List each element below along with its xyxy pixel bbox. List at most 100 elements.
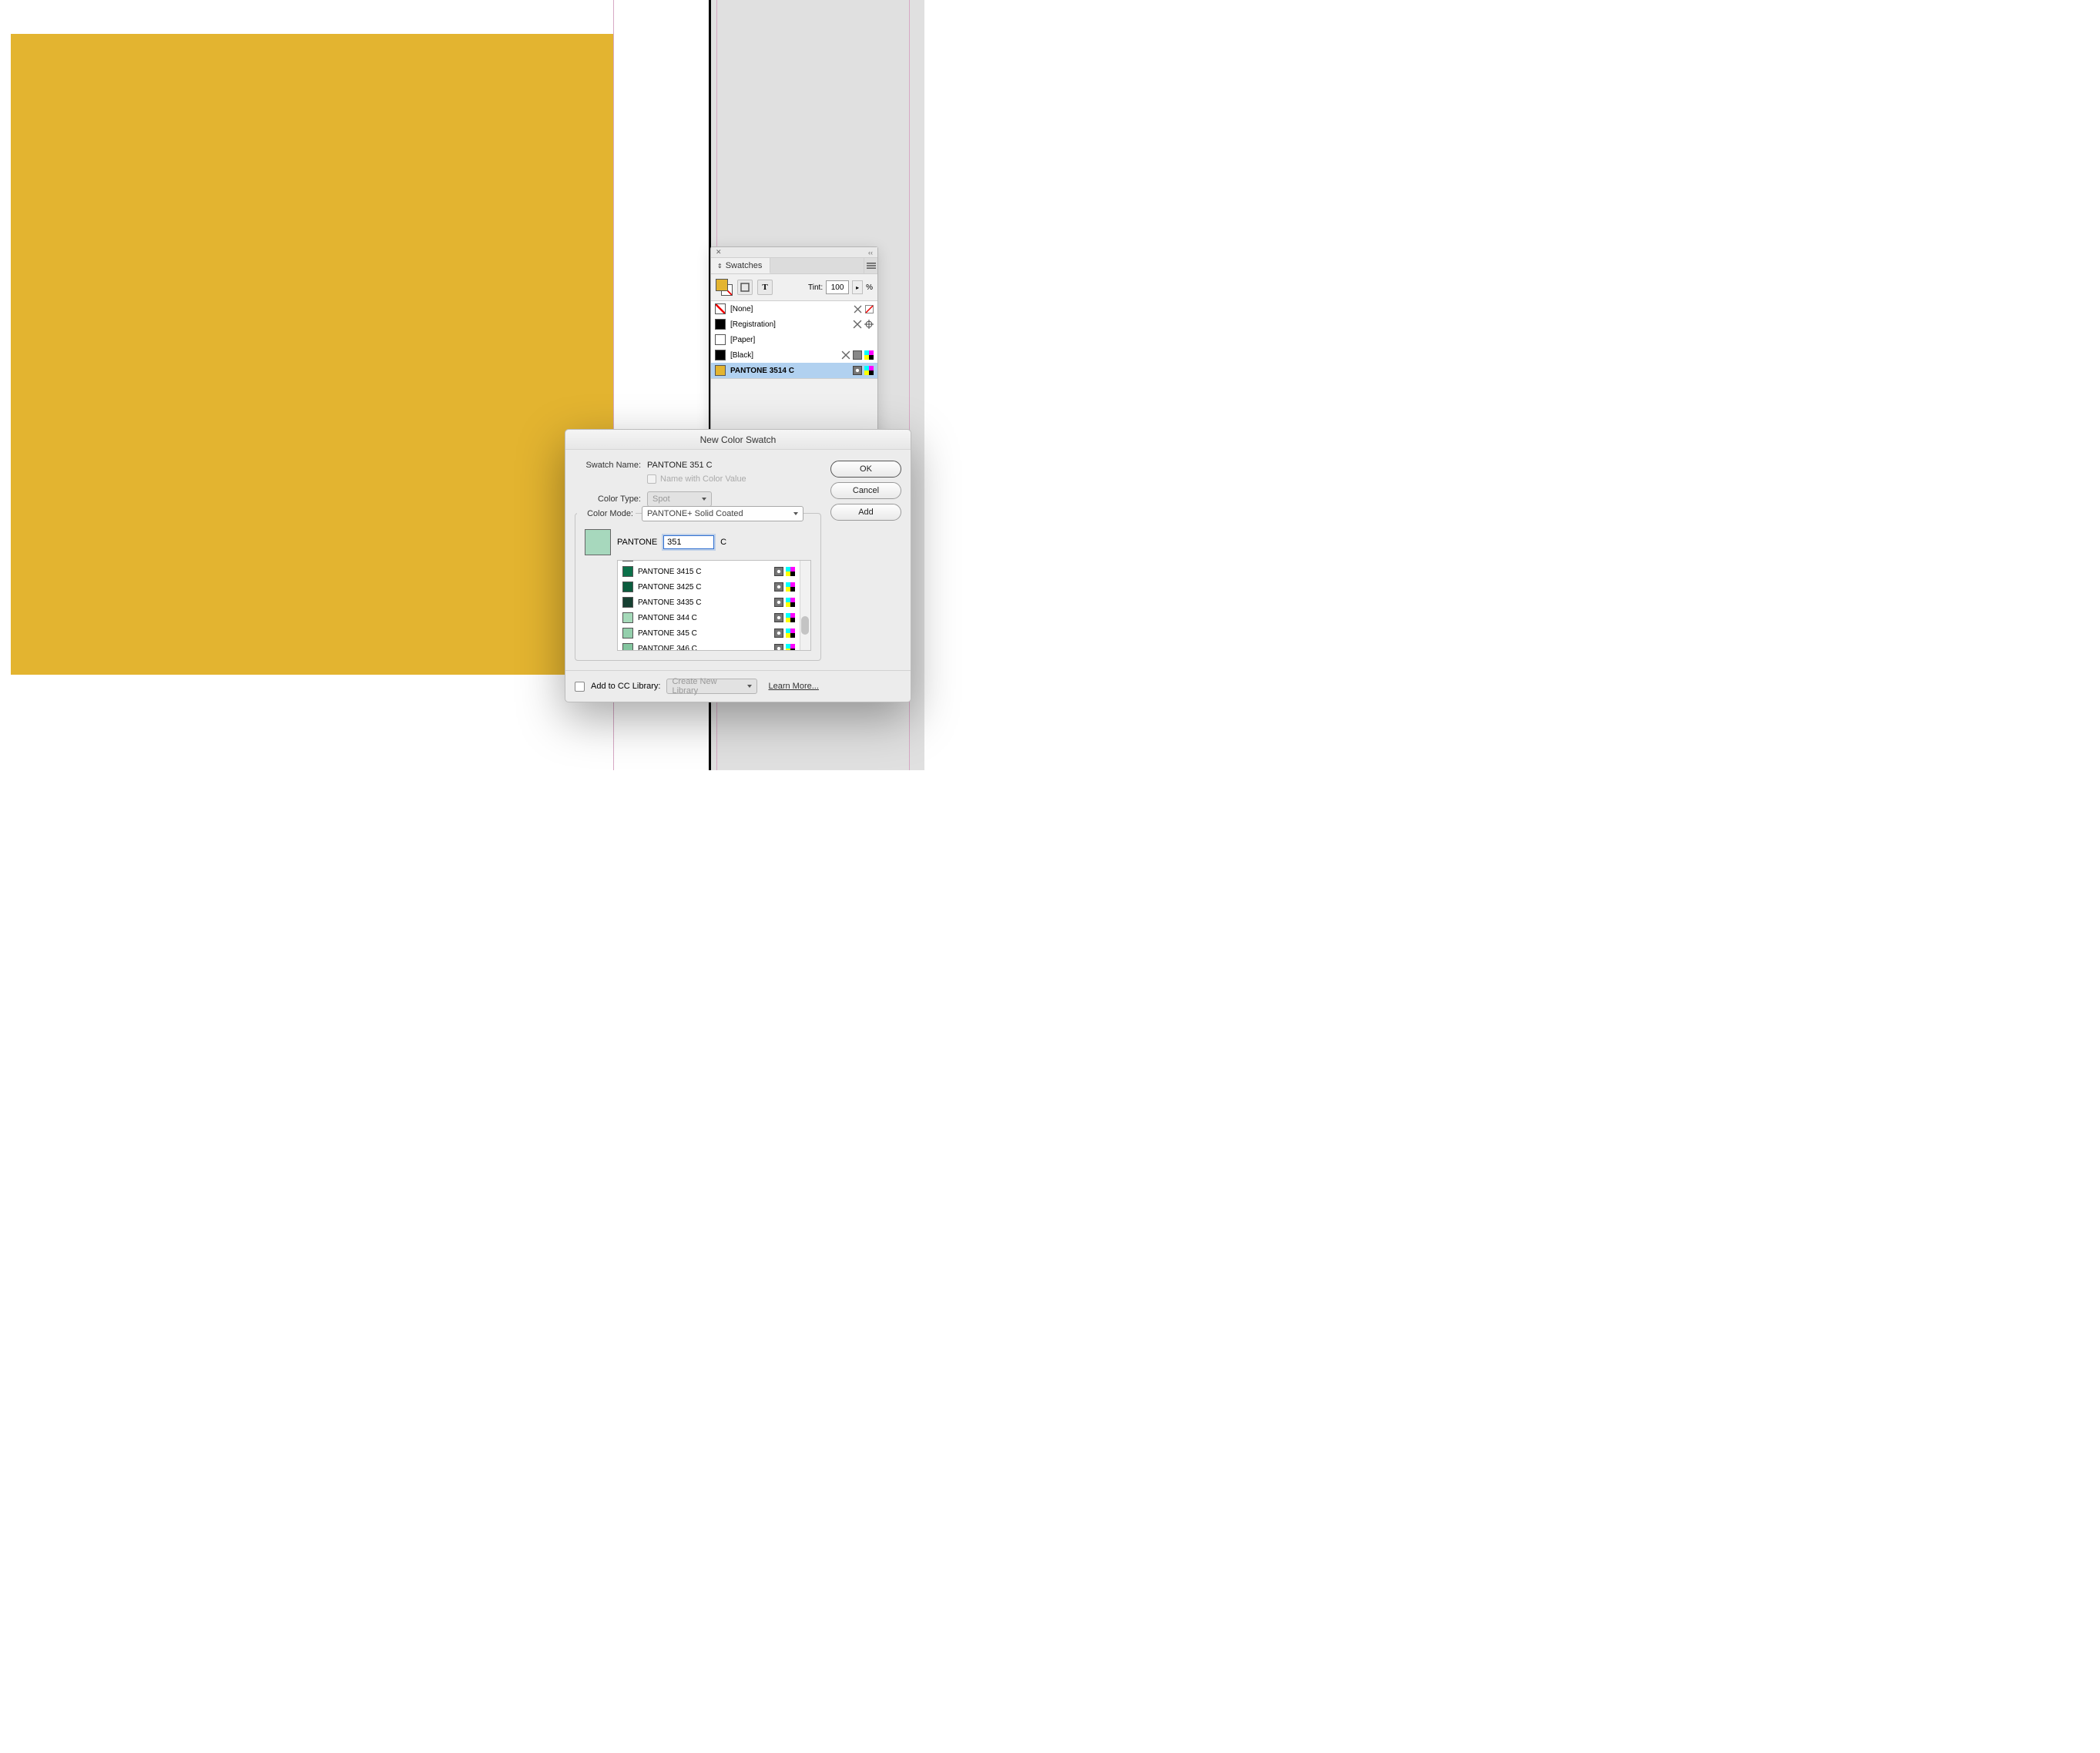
pantone-chip <box>622 582 633 592</box>
pantone-row-label: PANTONE 3415 C <box>638 568 701 576</box>
tint-suffix: % <box>866 283 873 292</box>
color-type-dropdown[interactable]: Spot <box>647 491 712 507</box>
spot-icon <box>853 366 862 375</box>
swatch-name: PANTONE 3514 C <box>730 367 848 375</box>
not-editable-icon <box>853 304 862 313</box>
cmyk-icon <box>786 598 795 607</box>
tint-input[interactable] <box>826 280 849 294</box>
name-with-value-label: Name with Color Value <box>660 474 746 484</box>
pantone-row-label: PANTONE 344 C <box>638 614 697 622</box>
pantone-row-label: PANTONE 346 C <box>638 645 697 652</box>
none-icon <box>864 304 874 313</box>
pantone-code-input[interactable] <box>663 535 714 549</box>
pantone-chip <box>622 643 633 651</box>
color-mode-label: Color Mode: <box>577 509 636 518</box>
pantone-list-row[interactable]: PANTONE 344 C <box>618 610 800 625</box>
swatch-chip <box>715 365 726 376</box>
tab-label: Swatches <box>726 261 763 270</box>
panel-menu-button[interactable] <box>864 258 877 273</box>
scroll-thumb[interactable] <box>801 616 809 635</box>
swatch-name: [None] <box>730 305 848 313</box>
fill-stroke-proxy[interactable] <box>716 279 733 296</box>
swatch-chip <box>715 350 726 360</box>
swatches-panel[interactable]: ✕ ‹‹ ⇕ Swatches T Tint: ▸ % [None] <box>710 246 878 441</box>
fill-proxy[interactable] <box>716 279 728 291</box>
cmyk-icon <box>786 644 795 651</box>
add-button[interactable]: Add <box>830 504 901 521</box>
add-to-cc-checkbox[interactable] <box>575 682 585 692</box>
arrows-icon: ⇕ <box>717 263 723 270</box>
pantone-list-row[interactable]: PANTONE 346 C <box>618 641 800 651</box>
not-editable-icon <box>841 350 850 360</box>
pantone-prefix: PANTONE <box>617 538 657 547</box>
swatch-name: [Paper] <box>730 336 874 344</box>
cancel-button[interactable]: Cancel <box>830 482 901 499</box>
color-type-label: Color Type: <box>575 494 641 504</box>
color-preview <box>585 529 611 555</box>
close-icon[interactable]: ✕ <box>716 248 722 256</box>
swatch-row[interactable]: [Paper] <box>711 332 877 347</box>
pantone-row-label: PANTONE 345 C <box>638 629 697 638</box>
formatting-text-button[interactable]: T <box>757 280 773 295</box>
dialog-title: New Color Swatch <box>565 430 911 450</box>
spot-icon <box>774 628 783 638</box>
formatting-container-button[interactable] <box>737 280 753 295</box>
cmyk-icon <box>864 366 874 375</box>
cmyk-icon <box>786 628 795 638</box>
spot-icon <box>774 644 783 651</box>
pantone-chip <box>622 612 633 623</box>
pantone-list-row[interactable]: PANTONE 3435 C <box>618 595 800 610</box>
pantone-list-row[interactable]: PANTONE 3415 C <box>618 564 800 579</box>
swatches-tab[interactable]: ⇕ Swatches <box>711 258 770 273</box>
swatch-row[interactable]: [None] <box>711 301 877 317</box>
spot-icon <box>774 567 783 576</box>
spot-icon <box>774 582 783 592</box>
tint-label: Tint: <box>808 283 823 292</box>
list-scrollbar[interactable] <box>800 561 810 650</box>
artwork-rectangle[interactable] <box>11 34 613 675</box>
color-mode-group: Color Mode: PANTONE+ Solid Coated PANTON… <box>575 513 821 661</box>
swatch-row[interactable]: [Registration] <box>711 317 877 332</box>
not-editable-icon <box>853 320 862 329</box>
process-icon <box>853 350 862 360</box>
spot-icon <box>774 560 783 561</box>
cc-library-dropdown[interactable]: Create New Library <box>666 679 757 694</box>
pantone-chip <box>622 597 633 608</box>
name-with-value-checkbox <box>647 474 656 484</box>
swatch-chip <box>715 334 726 345</box>
pantone-suffix: C <box>720 538 726 547</box>
cmyk-icon <box>786 582 795 592</box>
swatch-row[interactable]: PANTONE 3514 C <box>711 363 877 378</box>
cmyk-icon <box>864 350 874 360</box>
color-mode-dropdown[interactable]: PANTONE+ Solid Coated <box>642 506 803 521</box>
pantone-row-label: PANTONE 3435 C <box>638 598 701 607</box>
cmyk-icon <box>786 567 795 576</box>
pantone-list-row[interactable]: PANTONE 345 C <box>618 625 800 641</box>
tint-stepper[interactable]: ▸ <box>852 280 863 294</box>
swatch-list[interactable]: [None] [Registration] [Paper] [Black] <box>711 301 877 378</box>
spot-icon <box>774 598 783 607</box>
swatch-chip-none <box>715 303 726 314</box>
swatch-name-label: Swatch Name: <box>575 461 641 470</box>
panel-collapse-bar[interactable]: ✕ ‹‹ <box>711 247 877 258</box>
ok-button[interactable]: OK <box>830 461 901 478</box>
cmyk-icon <box>786 613 795 622</box>
pantone-list-row[interactable]: PANTONE 3425 C <box>618 579 800 595</box>
collapse-icon[interactable]: ‹‹ <box>868 249 873 256</box>
swatch-row[interactable]: [Black] <box>711 347 877 363</box>
swatch-name: [Registration] <box>730 320 848 329</box>
learn-more-link[interactable]: Learn More... <box>768 682 818 691</box>
pantone-chip <box>622 566 633 577</box>
spot-icon <box>774 613 783 622</box>
pantone-row-label: PANTONE 3405 C <box>638 560 701 561</box>
pantone-chip <box>622 560 633 561</box>
pantone-list[interactable]: PANTONE 3405 C PANTONE 3415 C PANTONE 3425… <box>617 560 811 651</box>
add-to-cc-label: Add to CC Library: <box>591 682 660 691</box>
new-color-swatch-dialog[interactable]: New Color Swatch Swatch Name: PANTONE 35… <box>565 429 911 702</box>
pantone-row-label: PANTONE 3425 C <box>638 583 701 592</box>
pantone-chip <box>622 628 633 639</box>
swatch-chip <box>715 319 726 330</box>
swatch-name-value: PANTONE 351 C <box>647 461 713 470</box>
registration-icon <box>864 320 874 329</box>
swatch-name: [Black] <box>730 351 837 360</box>
